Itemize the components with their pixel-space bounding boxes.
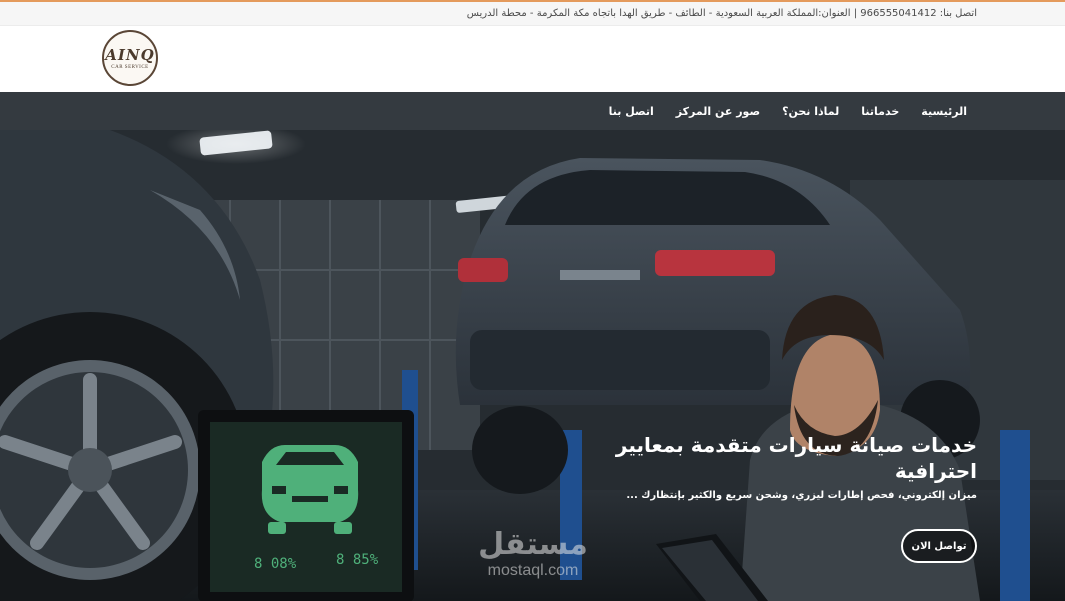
contact-address-text: اتصل بنا: 966555041412 | العنوان:المملكة…	[466, 8, 977, 19]
nav-item-gallery[interactable]: صور عن المركز	[676, 105, 760, 118]
contact-now-button[interactable]: تواصل الان	[901, 529, 977, 563]
nav-item-services[interactable]: خدماتنا	[861, 105, 899, 118]
logo-wordmark: AINQ	[105, 45, 155, 64]
watermark-arabic: مستقل	[478, 527, 588, 562]
watermark: مستقل mostaql.com	[466, 528, 600, 580]
nav-menu: الرئيسية خدماتنا لماذا نحن؟ صور عن المرك…	[609, 92, 967, 130]
hero-text-block: خدمات صيانة سيارات متقدمة بمعايير احتراف…	[537, 432, 977, 501]
hero-title: خدمات صيانة سيارات متقدمة بمعايير احتراف…	[615, 433, 977, 483]
hero-subtitle: ميزان إلكتروني، فحص إطارات ليزري، وشحن س…	[626, 490, 977, 501]
top-info-bar: اتصل بنا: 966555041412 | العنوان:المملكة…	[0, 0, 1065, 26]
nav-item-home[interactable]: الرئيسية	[921, 105, 967, 118]
site-logo[interactable]: AINQ CAR SERVICE	[102, 30, 158, 86]
hero-section: مستقل mostaql.com 8 08% 8 85% خدمات صيان…	[0, 130, 1065, 601]
watermark-latin: mostaql.com	[487, 562, 579, 579]
logo-tagline: CAR SERVICE	[111, 64, 149, 70]
brand-header: AINQ CAR SERVICE	[0, 26, 1065, 92]
nav-item-contact[interactable]: اتصل بنا	[609, 105, 654, 118]
nav-item-why-us[interactable]: لماذا نحن؟	[782, 105, 839, 118]
main-navbar: الرئيسية خدماتنا لماذا نحن؟ صور عن المرك…	[0, 92, 1065, 130]
